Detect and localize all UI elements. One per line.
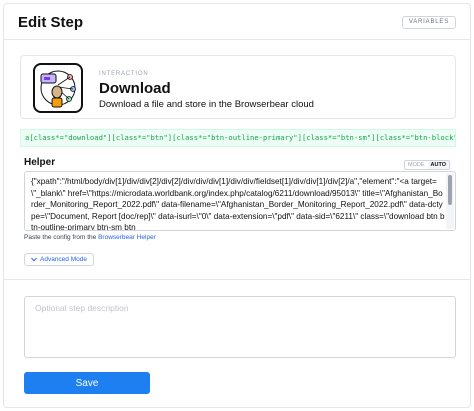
download-illustration-icon: [33, 63, 83, 113]
helper-scrollbar[interactable]: [446, 173, 454, 229]
helper-config-text[interactable]: {"xpath":"/html/body/div[1]/div/div[2]/d…: [31, 176, 445, 230]
variables-button[interactable]: VARIABLES: [401, 16, 456, 29]
paste-hint: Paste the config from the Browserbear He…: [24, 234, 156, 241]
helper-scroll-thumb[interactable]: [448, 175, 452, 205]
section-divider: [4, 279, 470, 280]
page-title: Edit Step: [18, 14, 84, 31]
helper-mode-toggle[interactable]: MODE AUTO: [404, 160, 450, 170]
action-title: Download: [99, 80, 171, 97]
step-config-section: INTERACTION Download Download a file and…: [4, 41, 470, 279]
chevron-down-icon: [31, 257, 37, 262]
action-kicker: INTERACTION: [99, 71, 149, 77]
mode-auto-label[interactable]: AUTO: [427, 161, 449, 169]
action-card: INTERACTION Download Download a file and…: [20, 55, 456, 119]
helper-label: Helper: [24, 157, 56, 168]
panel-header: Edit Step VARIABLES: [4, 4, 470, 40]
browserbear-helper-link[interactable]: Browserbear Helper: [98, 234, 156, 241]
helper-config-textarea[interactable]: {"xpath":"/html/body/div[1]/div/div[2]/d…: [24, 171, 456, 231]
step-description-input[interactable]: [24, 296, 456, 358]
paste-hint-text: Paste the config from the: [24, 234, 97, 241]
save-button[interactable]: Save: [24, 372, 150, 394]
advanced-mode-label: Advanced Mode: [40, 256, 87, 263]
mode-off-label[interactable]: MODE: [405, 161, 428, 169]
edit-step-panel: Edit Step VARIABLES INTERACTION Download: [3, 3, 471, 408]
advanced-mode-button[interactable]: Advanced Mode: [24, 253, 94, 266]
element-selector[interactable]: a[class*="download"][class*="btn"][class…: [20, 129, 456, 147]
action-description: Download a file and store in the Browser…: [99, 99, 314, 110]
